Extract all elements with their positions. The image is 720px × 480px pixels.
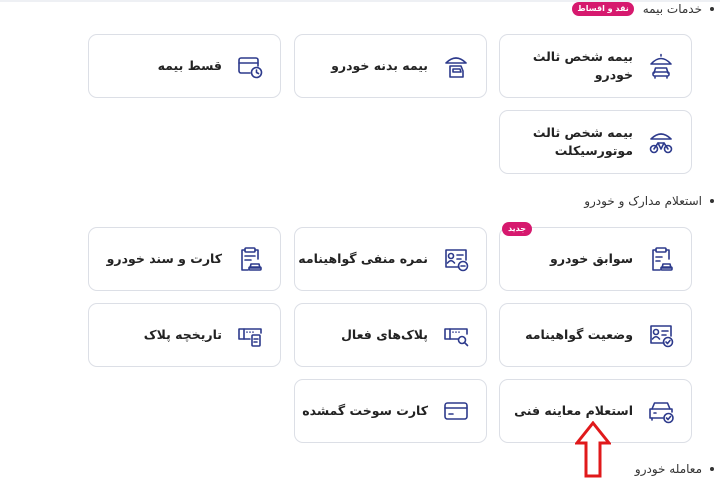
section-title-documents: استعلام مدارک و خودرو [580, 194, 714, 208]
section-title-documents-text: استعلام مدارک و خودرو [584, 194, 702, 208]
section-title-trade-text: معامله خودرو [634, 462, 702, 476]
card-active-plates-label: پلاک‌های فعال [341, 327, 428, 342]
section-bullet [710, 467, 714, 471]
card-plate-history[interactable]: تاریخچه پلاک [88, 303, 281, 367]
card-license-status-label: وضعیت گواهینامه [525, 327, 633, 342]
card-car-documents[interactable]: کارت و سند خودرو [88, 227, 281, 291]
card-installment[interactable]: قسط بیمه [88, 34, 281, 98]
card-car-body-label: بیمه بدنه خودرو [331, 58, 428, 73]
umbrella-car-body-icon [442, 52, 470, 80]
umbrella-car-icon [647, 52, 675, 80]
card-car-history-label: سوابق خودرو [550, 251, 633, 266]
card-inspection-label: استعلام معاینه فنی [514, 403, 633, 418]
card-active-plates[interactable]: پلاک‌های فعال [294, 303, 487, 367]
card-license-points-label: نمره منفی گواهینامه [298, 251, 428, 266]
umbrella-motorcycle-icon [647, 128, 675, 156]
card-car-history[interactable]: جدید سوابق خودرو [499, 222, 692, 291]
plate-history-icon [236, 321, 264, 349]
clipboard-car-icon [647, 245, 675, 273]
card-third-party-car[interactable]: بیمه شخص ثالث خودرو [499, 34, 692, 98]
card-third-party-car-label: بیمه شخص ثالث خودرو [532, 49, 633, 82]
card-license-status[interactable]: وضعیت گواهینامه [499, 303, 692, 367]
car-check-icon [647, 397, 675, 425]
new-badge: جدید [502, 222, 533, 236]
card-lost-fuel-label: کارت سوخت گمشده [302, 403, 428, 418]
card-car-docs-label: کارت و سند خودرو [106, 251, 222, 266]
card-third-party-motorcycle[interactable]: بیمه شخص ثالث موتورسیکلت [499, 110, 692, 174]
section-bullet [710, 199, 714, 203]
card-third-party-moto-label: بیمه شخص ثالث موتورسیکلت [532, 125, 633, 158]
plate-search-icon [442, 321, 470, 349]
section-bullet [710, 7, 714, 11]
section-title-trade: معامله خودرو [631, 462, 714, 476]
cash-installment-badge: نقد و اقساط [572, 2, 634, 16]
card-lost-fuel-card[interactable]: کارت سوخت گمشده [294, 379, 487, 443]
card-license-points[interactable]: نمره منفی گواهینامه [294, 227, 487, 291]
card-clock-icon [236, 52, 264, 80]
card-car-body[interactable]: بیمه بدنه خودرو [294, 34, 487, 98]
license-check-icon [647, 321, 675, 349]
license-minus-icon [442, 245, 470, 273]
fuel-card-icon [442, 397, 470, 425]
card-installment-label: قسط بیمه [157, 58, 222, 73]
clipboard-car-docs-icon [236, 245, 264, 273]
card-plate-history-label: تاریخچه پلاک [143, 327, 222, 342]
red-arrow-up-icon [575, 421, 611, 478]
section-title-insurance: نقد و اقساط خدمات بیمه [572, 2, 714, 16]
section-title-insurance-text: خدمات بیمه [642, 2, 702, 16]
